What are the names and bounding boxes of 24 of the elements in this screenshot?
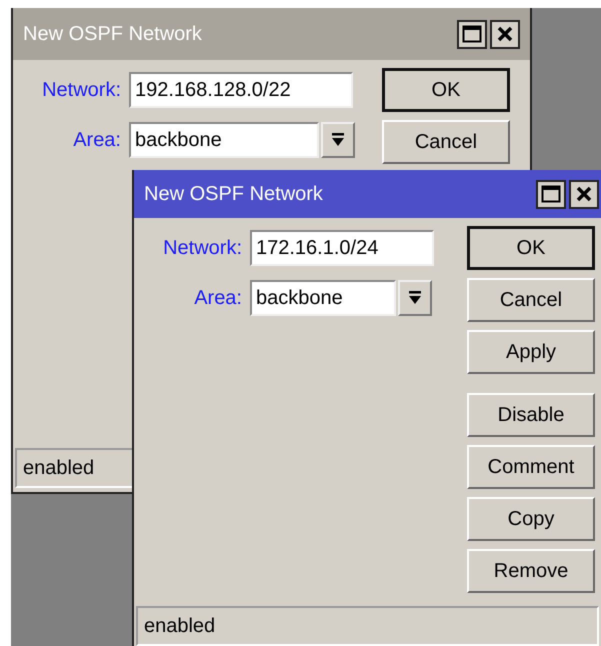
close-icon[interactable]: [569, 180, 599, 208]
window-title: New OSPF Network: [144, 182, 324, 207]
field-label: Area:: [193, 286, 243, 311]
input-field[interactable]: 172.16.1.0/24: [250, 230, 434, 266]
dialog-button[interactable]: Remove: [467, 549, 595, 593]
dialog-button[interactable]: Comment: [467, 445, 595, 489]
dialog-button[interactable]: Apply: [467, 330, 595, 374]
maximize-icon[interactable]: [457, 20, 487, 48]
dialog-button[interactable]: Disable: [467, 393, 595, 437]
dialog-button[interactable]: OK: [467, 226, 595, 270]
dropdown-field[interactable]: backbone: [129, 122, 319, 158]
maximize-icon[interactable]: [536, 180, 566, 208]
field-label: Area:: [72, 128, 122, 153]
dialog-button[interactable]: Cancel: [467, 278, 595, 322]
dialog-button[interactable]: Copy: [467, 497, 595, 541]
input-field[interactable]: 192.168.128.0/22: [129, 72, 353, 108]
status-bar: enabled: [136, 606, 599, 646]
close-icon[interactable]: [490, 20, 520, 48]
field-label: Network:: [41, 78, 122, 103]
dialog-button[interactable]: Cancel: [382, 120, 510, 164]
window-title: New OSPF Network: [23, 22, 203, 47]
dropdown-field[interactable]: backbone: [250, 280, 396, 316]
dialog-button[interactable]: OK: [382, 68, 510, 112]
field-label: Network:: [162, 236, 243, 261]
